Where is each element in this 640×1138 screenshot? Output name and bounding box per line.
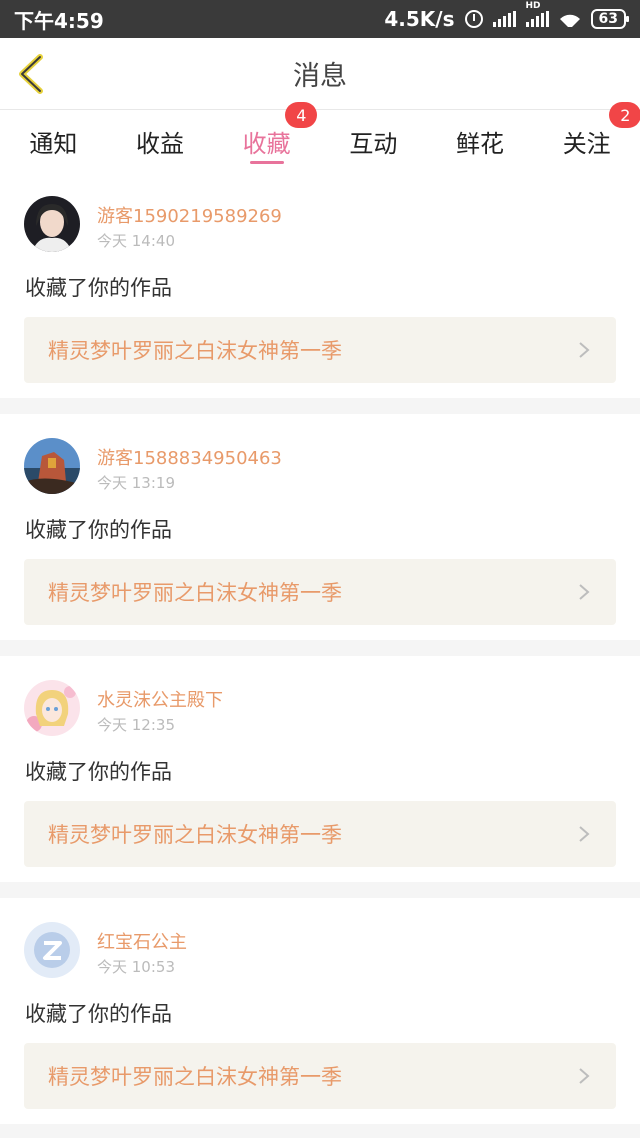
username[interactable]: 红宝石公主: [97, 928, 187, 954]
work-title: 精灵梦叶罗丽之白沫女神第一季: [48, 581, 342, 605]
message-text: 收藏了你的作品: [25, 276, 172, 300]
chevron-right-icon: [579, 342, 590, 358]
tab-label: 通知: [29, 129, 78, 158]
work-title: 精灵梦叶罗丽之白沫女神第一季: [48, 823, 342, 847]
tab-favorites[interactable]: 收藏 4: [213, 102, 320, 172]
back-arrow-icon[interactable]: [14, 54, 48, 94]
status-icons: 4.5K/s HD 63: [384, 1, 630, 31]
tab-badge: 2: [609, 102, 640, 128]
chevron-right-icon: [579, 1068, 590, 1084]
page-title: 消息: [293, 61, 347, 92]
work-link[interactable]: 精灵梦叶罗丽之白沫女神第一季: [24, 317, 616, 383]
tab-flowers[interactable]: 鲜花: [427, 110, 534, 172]
work-link[interactable]: 精灵梦叶罗丽之白沫女神第一季: [24, 1043, 616, 1109]
wifi-icon: [559, 11, 581, 27]
tab-badge: 4: [285, 102, 318, 128]
chevron-right-icon: [579, 584, 590, 600]
work-title: 精灵梦叶罗丽之白沫女神第一季: [48, 1065, 342, 1089]
tab-notifications[interactable]: 通知: [0, 110, 107, 172]
battery-icon: 63: [590, 9, 630, 29]
avatar[interactable]: [24, 680, 80, 736]
message-card: 红宝石公主 今天 10:53 收藏了你的作品 精灵梦叶罗丽之白沫女神第一季: [0, 898, 640, 1124]
network-speed: 4.5K/s: [384, 7, 455, 31]
tab-label: 关注: [562, 129, 611, 158]
username[interactable]: 游客1590219589269: [97, 202, 282, 228]
message-time: 今天 14:40: [97, 232, 175, 250]
hd-label: HD: [525, 1, 541, 11]
tab-earnings[interactable]: 收益: [107, 110, 214, 172]
work-title: 精灵梦叶罗丽之白沫女神第一季: [48, 339, 342, 363]
work-link[interactable]: 精灵梦叶罗丽之白沫女神第一季: [24, 801, 616, 867]
hd-signal-icon: HD: [525, 1, 549, 27]
message-time: 今天 12:35: [97, 716, 175, 734]
chevron-right-icon: [579, 826, 590, 842]
message-card: 游客1588834950463 今天 13:19 收藏了你的作品 精灵梦叶罗丽之…: [0, 414, 640, 640]
message-time: 今天 13:19: [97, 474, 175, 492]
tab-label: 互动: [349, 129, 398, 158]
signal-icon: [492, 11, 516, 27]
username[interactable]: 水灵沫公主殿下: [97, 686, 223, 712]
message-text: 收藏了你的作品: [25, 518, 172, 542]
tab-label: 收益: [136, 129, 184, 158]
message-list: 游客1590219589269 今天 14:40 收藏了你的作品 精灵梦叶罗丽之…: [0, 172, 640, 1138]
avatar[interactable]: [24, 922, 80, 978]
header: 消息: [0, 38, 640, 110]
avatar[interactable]: [24, 438, 80, 494]
alarm-icon: [464, 10, 483, 28]
status-bar: 下午4:59 4.5K/s HD 63: [0, 0, 640, 38]
tab-interactions[interactable]: 互动: [320, 110, 427, 172]
message-text: 收藏了你的作品: [25, 760, 172, 784]
status-time: 下午4:59: [14, 8, 104, 33]
tab-follows[interactable]: 关注 2: [533, 102, 640, 172]
tab-bar: 通知 收益 收藏 4 互动 鲜花 关注 2: [0, 102, 640, 172]
tab-label: 收藏: [242, 129, 291, 158]
username[interactable]: 游客1588834950463: [97, 444, 282, 470]
avatar[interactable]: [24, 196, 80, 252]
work-link[interactable]: 精灵梦叶罗丽之白沫女神第一季: [24, 559, 616, 625]
message-text: 收藏了你的作品: [25, 1002, 172, 1026]
message-card: 游客1590219589269 今天 14:40 收藏了你的作品 精灵梦叶罗丽之…: [0, 172, 640, 398]
message-card: 水灵沫公主殿下 今天 12:35 收藏了你的作品 精灵梦叶罗丽之白沫女神第一季: [0, 656, 640, 882]
tab-label: 鲜花: [456, 129, 505, 158]
message-time: 今天 10:53: [97, 958, 175, 976]
